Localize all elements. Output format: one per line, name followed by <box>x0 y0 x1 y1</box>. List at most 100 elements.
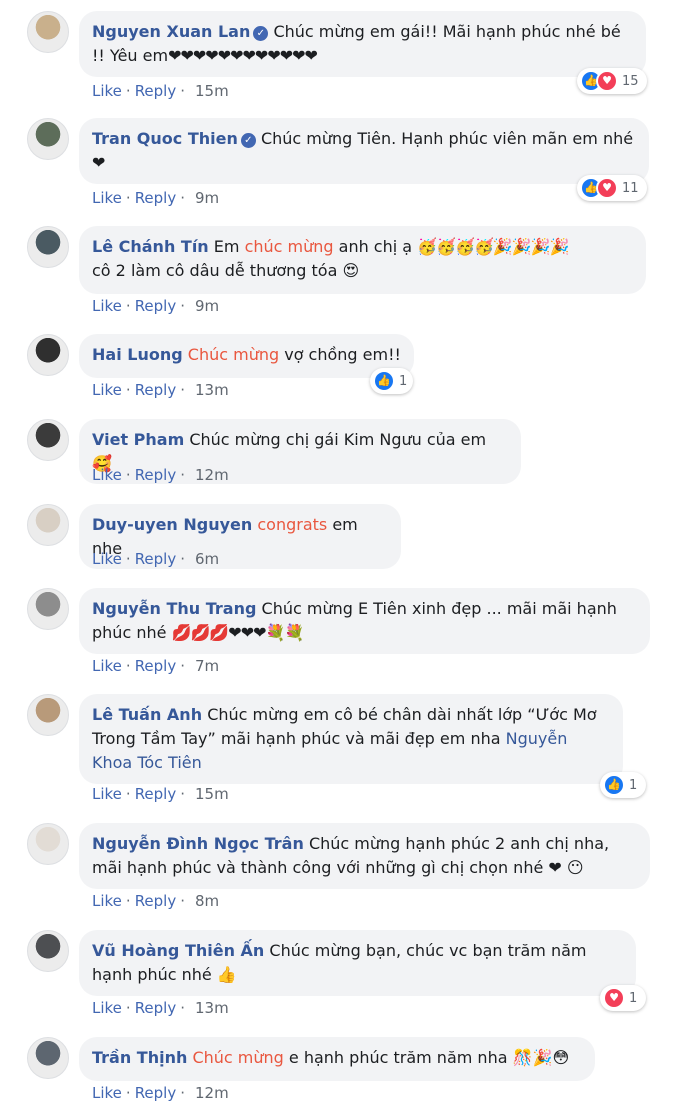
avatar[interactable] <box>27 694 69 736</box>
comment-author[interactable]: Vũ Hoàng Thiên Ấn <box>92 941 264 960</box>
avatar[interactable] <box>27 419 69 461</box>
avatar[interactable] <box>27 11 69 53</box>
timestamp[interactable]: 6m <box>195 550 219 568</box>
timestamp[interactable]: 15m <box>195 785 229 803</box>
avatar[interactable] <box>27 118 69 160</box>
separator: · <box>125 550 131 568</box>
comment-actions: Like · Reply · 15m <box>92 82 229 100</box>
reply-button[interactable]: Reply <box>135 785 177 803</box>
comment-text: Em <box>213 237 245 256</box>
reply-button[interactable]: Reply <box>135 999 177 1017</box>
reply-button[interactable]: Reply <box>135 189 177 207</box>
separator: · <box>125 999 131 1017</box>
like-button[interactable]: Like <box>92 297 122 315</box>
reply-button[interactable]: Reply <box>135 550 177 568</box>
like-icon: 👍 <box>373 370 395 392</box>
reply-button[interactable]: Reply <box>135 82 177 100</box>
highlighted-text[interactable]: chúc mừng <box>245 237 334 256</box>
comment-bubble: Tran Quoc Thien ✓ Chúc mừng Tiên. Hạnh ph… <box>79 118 649 184</box>
emoji-text: 🥳🥳🥳🥳🎉🎉🎉🎉 <box>417 237 569 256</box>
timestamp[interactable]: 7m <box>195 657 219 675</box>
avatar[interactable] <box>27 930 69 972</box>
comment-author[interactable]: Duy-uyen Nguyen <box>92 515 252 534</box>
avatar[interactable] <box>27 504 69 546</box>
highlighted-text[interactable]: Chúc mừng <box>192 1048 283 1067</box>
comment-author[interactable]: Viet Pham <box>92 430 184 449</box>
reaction-summary[interactable]: 👍 1 <box>600 772 646 798</box>
reply-button[interactable]: Reply <box>135 1084 177 1102</box>
reply-button[interactable]: Reply <box>135 466 177 484</box>
comment-author[interactable]: Hai Luong <box>92 345 183 364</box>
verified-badge-icon: ✓ <box>253 26 269 41</box>
like-button[interactable]: Like <box>92 892 122 910</box>
timestamp[interactable]: 12m <box>195 1084 229 1102</box>
comment-actions: Like · Reply · 7m <box>92 657 219 675</box>
comment-actions: Like · Reply · 12m <box>92 466 229 484</box>
comment-actions: Like · Reply · 12m <box>92 1084 229 1102</box>
highlighted-text[interactable]: Chúc mừng <box>188 345 279 364</box>
like-button[interactable]: Like <box>92 785 122 803</box>
emoji-text: ❤ <box>92 153 105 172</box>
like-button[interactable]: Like <box>92 82 122 100</box>
comment-author[interactable]: Lê Chánh Tín <box>92 237 209 256</box>
reaction-summary[interactable]: 👍 1 <box>370 368 414 394</box>
reaction-summary[interactable]: ♥ 1 <box>600 985 646 1011</box>
reaction-count: 15 <box>622 73 639 89</box>
separator: · <box>125 657 131 675</box>
avatar[interactable] <box>27 823 69 865</box>
timestamp[interactable]: 9m <box>195 297 219 315</box>
like-button[interactable]: Like <box>92 381 122 399</box>
comment-actions: Like · Reply · 9m <box>92 297 219 315</box>
reaction-count: 11 <box>622 180 639 196</box>
like-button[interactable]: Like <box>92 999 122 1017</box>
avatar[interactable] <box>27 334 69 376</box>
highlighted-text[interactable]: congrats <box>257 515 327 534</box>
comment-text: anh chị ạ <box>333 237 418 256</box>
reply-button[interactable]: Reply <box>135 892 177 910</box>
separator: · <box>180 189 186 207</box>
separator: · <box>180 892 186 910</box>
like-button[interactable]: Like <box>92 1084 122 1102</box>
comment-author[interactable]: Nguyễn Đình Ngọc Trân <box>92 834 304 853</box>
reaction-summary[interactable]: 👍 ♥ 15 <box>577 68 647 94</box>
separator: · <box>180 657 186 675</box>
timestamp[interactable]: 13m <box>195 999 229 1017</box>
reaction-count: 1 <box>399 373 408 389</box>
like-button[interactable]: Like <box>92 189 122 207</box>
timestamp[interactable]: 15m <box>195 82 229 100</box>
avatar[interactable] <box>27 226 69 268</box>
avatar[interactable] <box>27 588 69 630</box>
reply-button[interactable]: Reply <box>135 381 177 399</box>
love-icon: ♥ <box>603 987 625 1009</box>
timestamp[interactable]: 9m <box>195 189 219 207</box>
love-icon: ♥ <box>596 70 618 92</box>
like-button[interactable]: Like <box>92 550 122 568</box>
like-button[interactable]: Like <box>92 466 122 484</box>
emoji-text: 💋💋💋❤❤❤💐💐 <box>171 623 305 642</box>
comment-text: e hạnh phúc trăm năm nha 🎊🎉😳 <box>283 1048 570 1067</box>
timestamp[interactable]: 12m <box>195 466 229 484</box>
avatar[interactable] <box>27 1037 69 1079</box>
separator: · <box>125 466 131 484</box>
comment-bubble: Vũ Hoàng Thiên Ấn Chúc mừng bạn, chúc vc… <box>79 930 636 996</box>
reply-button[interactable]: Reply <box>135 657 177 675</box>
comment-text: Chúc mừng Tiên. Hạnh phúc viên mãn em nh… <box>260 129 634 148</box>
comment-author[interactable]: Tran Quoc Thien <box>92 129 238 148</box>
separator: · <box>125 785 131 803</box>
comment-actions: Like · Reply · 15m <box>92 785 229 803</box>
comment-author[interactable]: Nguyễn Thu Trang <box>92 599 256 618</box>
love-icon: ♥ <box>596 177 618 199</box>
comment-author[interactable]: Trần Thịnh <box>92 1048 187 1067</box>
comment-author[interactable]: Nguyen Xuan Lan <box>92 22 250 41</box>
separator: · <box>180 999 186 1017</box>
separator: · <box>125 297 131 315</box>
reaction-summary[interactable]: 👍 ♥ 11 <box>577 175 647 201</box>
separator: · <box>180 785 186 803</box>
comment-author[interactable]: Lê Tuấn Anh <box>92 705 202 724</box>
like-button[interactable]: Like <box>92 657 122 675</box>
comment-bubble: Nguyễn Thu Trang Chúc mừng E Tiên xinh đ… <box>79 588 650 654</box>
separator: · <box>125 381 131 399</box>
timestamp[interactable]: 13m <box>195 381 229 399</box>
timestamp[interactable]: 8m <box>195 892 219 910</box>
reply-button[interactable]: Reply <box>135 297 177 315</box>
